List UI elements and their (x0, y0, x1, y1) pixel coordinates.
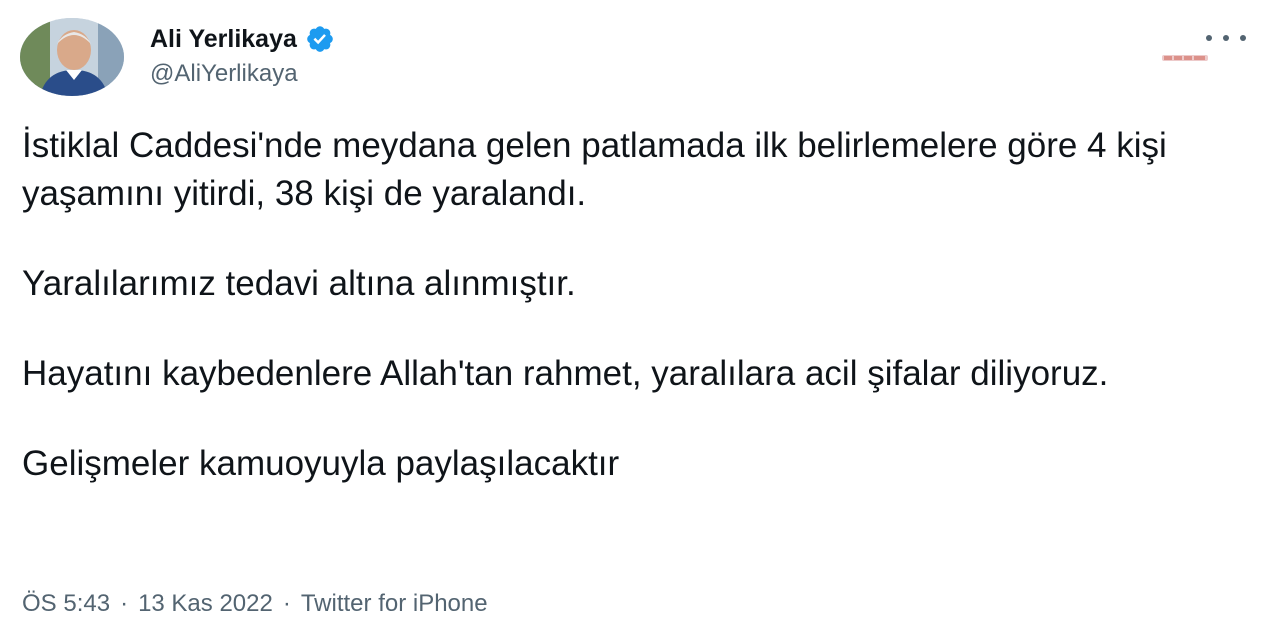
more-dot (1206, 35, 1212, 41)
tweet-time[interactable]: ÖS 5:43 (22, 590, 110, 618)
tweet-metadata: ÖS 5:43 · 13 Kas 2022 · Twitter for iPho… (22, 590, 488, 618)
meta-separator: · (120, 590, 129, 617)
tweet-paragraph: Yaralılarımız tedavi altına alınmıştır. (22, 264, 576, 303)
tweet-card: Ali Yerlikaya @AliYerlikaya İstiklal Cad… (0, 0, 1280, 640)
tweet-source[interactable]: Twitter for iPhone (301, 590, 488, 618)
more-dot (1240, 35, 1246, 41)
avatar-photo (20, 18, 124, 96)
tweet-paragraph: İstiklal Caddesi'nde meydana gelen patla… (22, 126, 1167, 213)
watermark-logo (1162, 55, 1208, 61)
author-display-name[interactable]: Ali Yerlikaya (150, 24, 335, 54)
tweet-paragraph: Hayatını kaybedenlere Allah'tan rahmet, … (22, 354, 1109, 393)
tweet-text: İstiklal Caddesi'nde meydana gelen patla… (22, 122, 1252, 530)
avatar[interactable] (20, 18, 124, 96)
meta-separator: · (282, 590, 291, 617)
more-dot (1223, 35, 1229, 41)
tweet-paragraph: Gelişmeler kamuoyuyla paylaşılacaktır (22, 444, 620, 483)
tweet-date[interactable]: 13 Kas 2022 (138, 590, 273, 618)
author-handle[interactable]: @AliYerlikaya (150, 60, 298, 88)
more-options-icon[interactable] (1206, 26, 1246, 50)
author-name-text[interactable]: Ali Yerlikaya (150, 25, 297, 54)
verified-badge-icon (307, 26, 333, 52)
